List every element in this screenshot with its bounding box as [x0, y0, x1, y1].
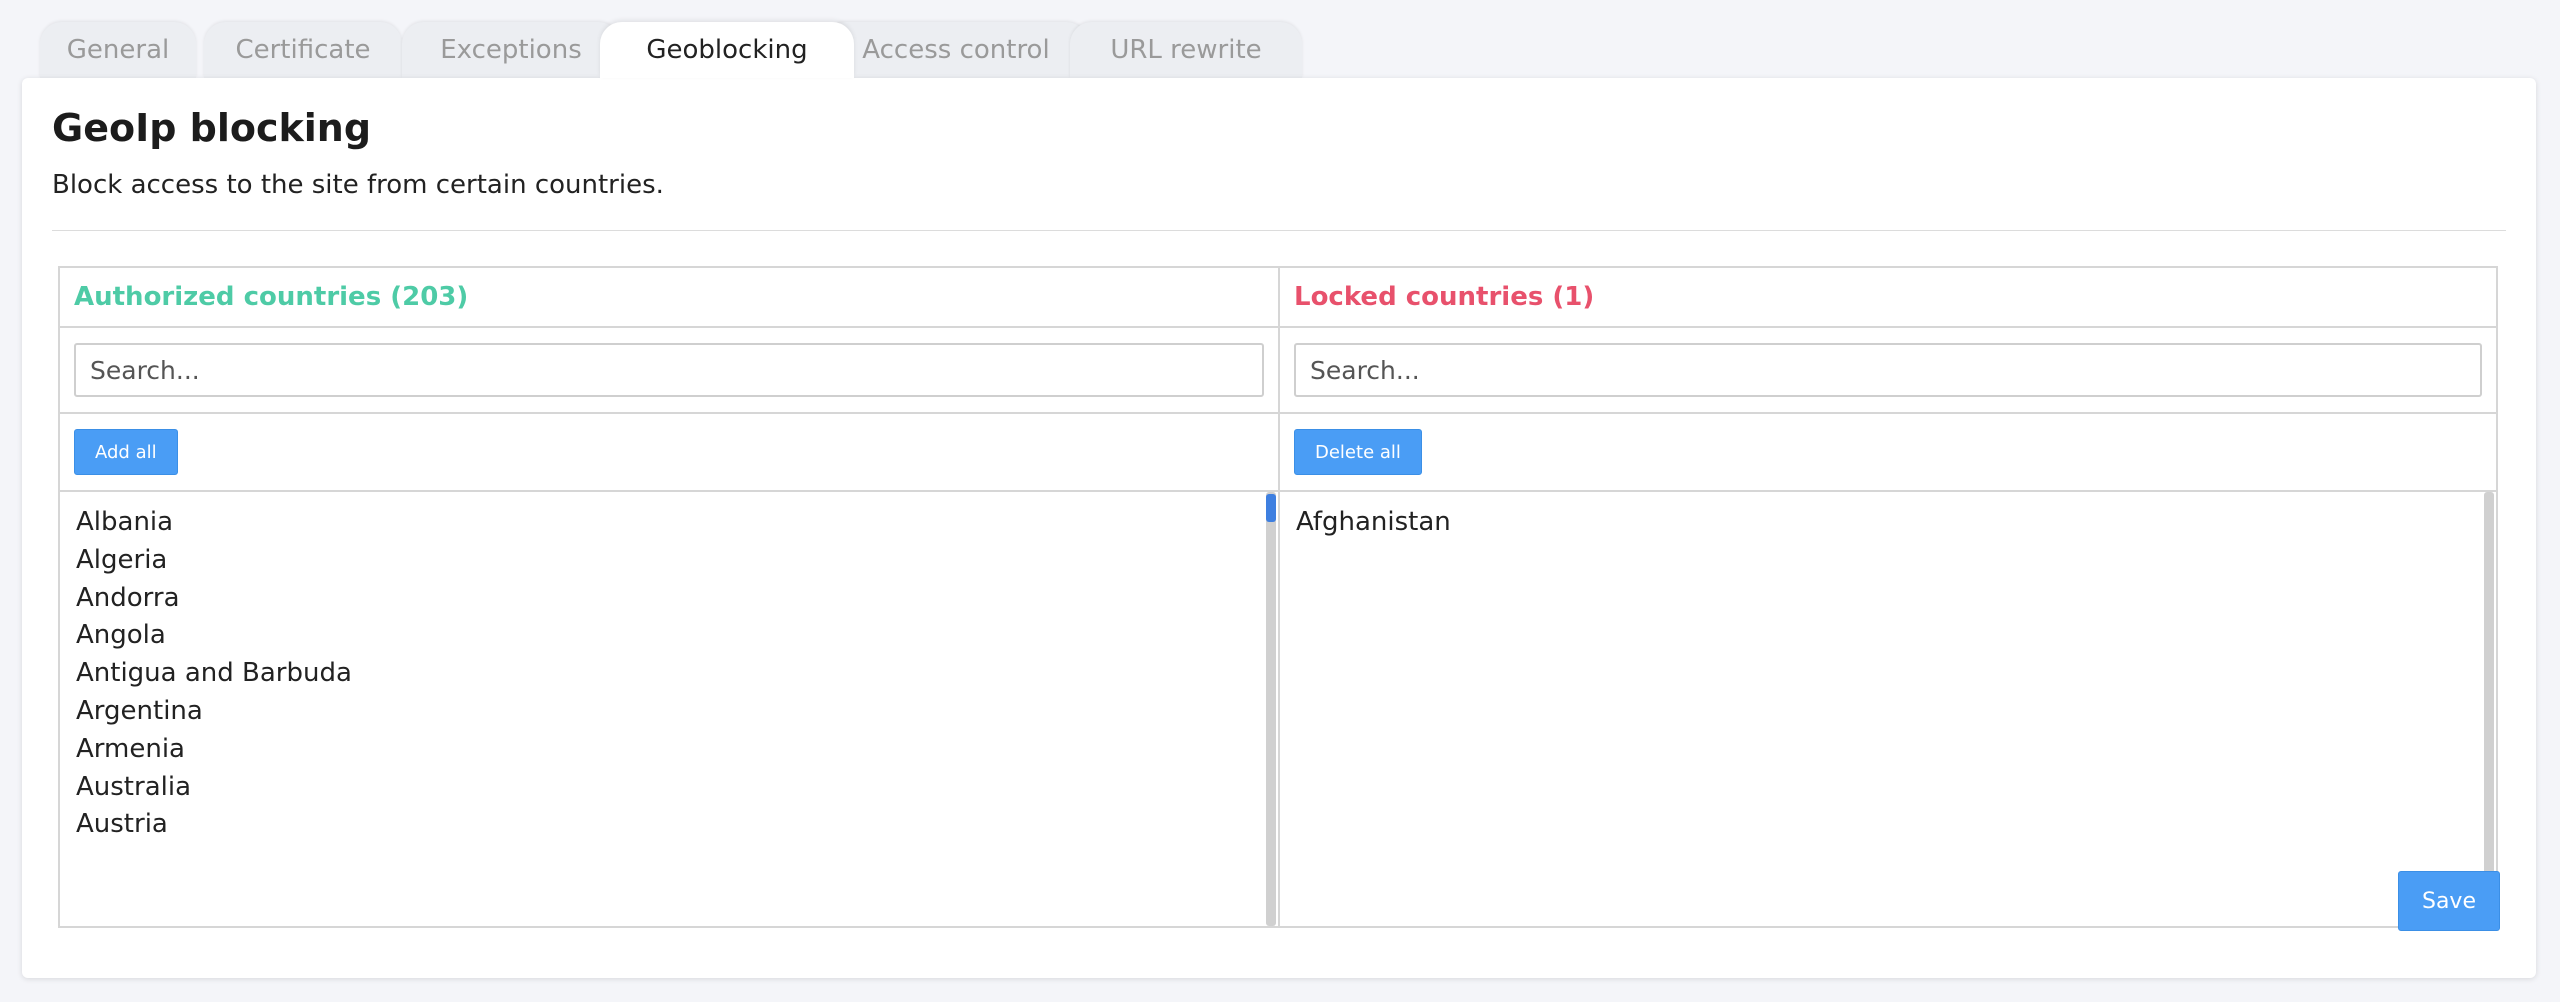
page-title: GeoIp blocking	[52, 106, 372, 150]
country-panels: Authorized countries (203) Add all Alban…	[58, 266, 2498, 928]
country-item[interactable]: Argentina	[76, 693, 1278, 731]
authorized-scroll-thumb[interactable]	[1266, 494, 1276, 522]
country-item[interactable]: Armenia	[76, 731, 1278, 769]
delete-all-button[interactable]: Delete all	[1294, 429, 1422, 475]
country-item[interactable]: Albania	[76, 504, 1278, 542]
country-item[interactable]: Algeria	[76, 542, 1278, 580]
country-item[interactable]: Austria	[76, 806, 1278, 844]
geoblocking-card: GeoIp blocking Block access to the site …	[22, 78, 2536, 978]
locked-heading: Locked countries (1)	[1280, 268, 2496, 328]
tab-url-rewrite[interactable]: URL rewrite	[1070, 22, 1302, 78]
locked-list[interactable]: Afghanistan	[1280, 492, 2496, 926]
authorized-scrollbar[interactable]	[1266, 492, 1276, 926]
authorized-panel: Authorized countries (203) Add all Alban…	[60, 268, 1278, 926]
locked-search-input[interactable]	[1294, 343, 2482, 397]
tab-certificate[interactable]: Certificate	[204, 22, 402, 78]
tab-geoblocking[interactable]: Geoblocking	[600, 22, 854, 78]
country-item[interactable]: Afghanistan	[1296, 504, 2496, 542]
divider	[52, 230, 2506, 231]
authorized-heading: Authorized countries (203)	[60, 268, 1278, 328]
country-item[interactable]: Angola	[76, 617, 1278, 655]
country-item[interactable]: Andorra	[76, 580, 1278, 618]
page-description: Block access to the site from certain co…	[52, 170, 664, 200]
tab-access-control[interactable]: Access control	[824, 22, 1088, 78]
locked-panel: Locked countries (1) Delete all Afghanis…	[1278, 268, 2496, 926]
add-all-button[interactable]: Add all	[74, 429, 178, 475]
authorized-list[interactable]: Albania Algeria Andorra Angola Antigua and B…	[60, 492, 1278, 926]
authorized-search-input[interactable]	[74, 343, 1264, 397]
country-item[interactable]: Antigua and Barbuda	[76, 655, 1278, 693]
save-button[interactable]: Save	[2398, 871, 2500, 931]
tab-general[interactable]: General	[40, 22, 196, 78]
country-item[interactable]: Australia	[76, 769, 1278, 807]
locked-scrollbar[interactable]	[2484, 492, 2494, 926]
tab-exceptions[interactable]: Exceptions	[402, 22, 620, 78]
